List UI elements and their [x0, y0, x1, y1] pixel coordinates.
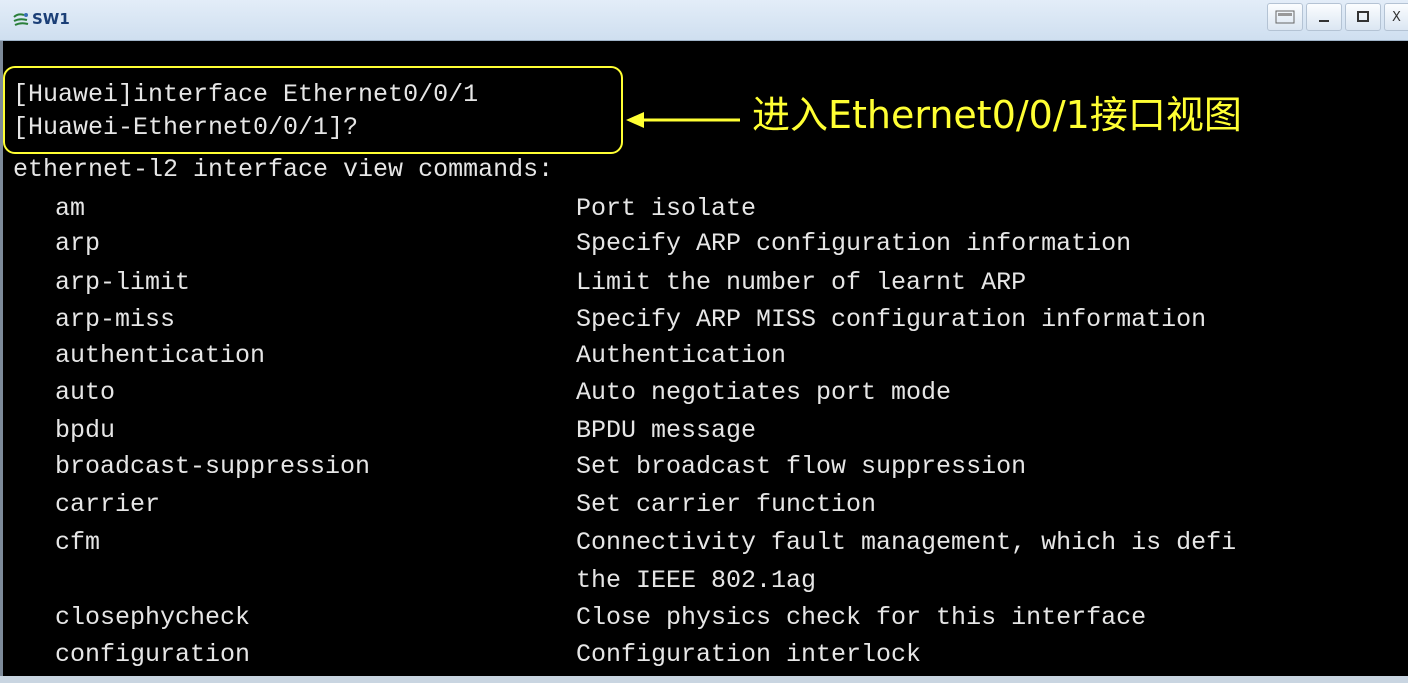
command-name: am	[55, 194, 86, 223]
command-name: cfm	[55, 528, 101, 557]
window-titlebar: SW1 X	[0, 0, 1408, 41]
command-description: Authentication	[576, 341, 787, 370]
highlight-box	[3, 66, 623, 154]
command-description: Limit the number of learnt ARP	[576, 268, 1027, 297]
command-name: auto	[55, 378, 116, 407]
command-name: bpdu	[55, 416, 116, 445]
terminal-line: ethernet-l2 interface view commands:	[13, 155, 554, 184]
window-title: SW1	[32, 10, 70, 28]
command-description: Port isolate	[576, 194, 757, 223]
close-icon: X	[1392, 9, 1401, 25]
command-description: Specify ARP MISS configuration informati…	[576, 305, 1207, 334]
arrow-left-icon	[626, 112, 740, 128]
maximize-button[interactable]	[1345, 3, 1381, 31]
maximize-icon	[1357, 11, 1369, 22]
command-description: Connectivity fault management, which is …	[576, 528, 1237, 557]
command-description: Auto negotiates port mode	[576, 378, 952, 407]
command-name: configuration	[55, 640, 251, 669]
command-description: Configuration interlock	[576, 640, 922, 669]
window-menu-icon	[1275, 10, 1295, 24]
command-name: arp	[55, 229, 101, 258]
minimize-icon	[1319, 20, 1329, 22]
app-icon	[13, 13, 29, 26]
annotation-label: 进入Ethernet0/0/1接口视图	[752, 93, 1242, 137]
command-name: authentication	[55, 341, 266, 370]
command-description: the IEEE 802.1ag	[576, 566, 817, 595]
command-name: broadcast-suppression	[55, 452, 371, 481]
command-description: Close physics check for this interface	[576, 603, 1147, 632]
close-button[interactable]: X	[1384, 3, 1408, 31]
command-description: Set broadcast flow suppression	[576, 452, 1027, 481]
command-description: BPDU message	[576, 416, 757, 445]
command-name: closephycheck	[55, 603, 251, 632]
command-name: carrier	[55, 490, 161, 519]
minimize-button[interactable]	[1306, 3, 1342, 31]
command-description: Specify ARP configuration information	[576, 229, 1132, 258]
command-name: arp-miss	[55, 305, 176, 334]
window-controls: X	[1264, 3, 1408, 31]
command-description: Set carrier function	[576, 490, 877, 519]
window-menu-button[interactable]	[1267, 3, 1303, 31]
terminal-bottom-border	[0, 676, 1408, 683]
command-name: arp-limit	[55, 268, 191, 297]
